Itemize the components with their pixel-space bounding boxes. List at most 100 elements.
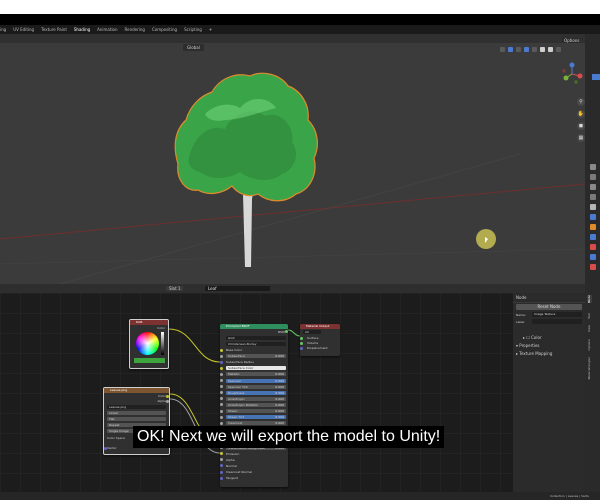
projection-dropdown[interactable]: Flat bbox=[107, 417, 166, 421]
texture-mapping-section[interactable]: ▸ Texture Mapping bbox=[516, 351, 552, 356]
zoom-icon[interactable]: ⚲ bbox=[577, 98, 585, 106]
bsdf-input-field[interactable]: Sheen Tint 0.500 bbox=[226, 415, 286, 420]
tool-properties-icon[interactable] bbox=[590, 164, 596, 170]
bsdf-input-row[interactable]: Subsurface 0.000 bbox=[220, 354, 286, 359]
gizmo-toggle-icon[interactable] bbox=[508, 46, 513, 52]
rgb-color-swatch[interactable] bbox=[134, 358, 165, 363]
pan-hand-icon[interactable]: ✋ bbox=[577, 110, 585, 118]
output-properties-icon[interactable] bbox=[590, 184, 596, 190]
add-workspace-button[interactable]: + bbox=[209, 27, 212, 32]
bsdf-input-socket[interactable] bbox=[220, 348, 223, 352]
workspace-tab[interactable]: Modeling bbox=[0, 27, 6, 32]
workspace-tab[interactable]: Animation bbox=[97, 27, 117, 32]
navigation-gizmo[interactable] bbox=[560, 62, 584, 86]
bsdf-input-row[interactable]: Roughness 0.500 bbox=[220, 390, 286, 395]
bsdf-input-row[interactable]: Clearcoat Normal bbox=[220, 470, 286, 474]
bsdf-input-socket[interactable] bbox=[220, 421, 223, 425]
view-layer-icon[interactable] bbox=[590, 194, 596, 200]
object-properties-icon[interactable] bbox=[590, 224, 596, 230]
bsdf-input-field[interactable]: Anisotropic 0.000 bbox=[226, 396, 286, 401]
material-selector[interactable]: Leaf bbox=[205, 286, 270, 291]
volume-socket[interactable] bbox=[300, 342, 303, 345]
bsdf-input-socket[interactable] bbox=[220, 360, 223, 364]
workspace-tab[interactable]: Texture Paint bbox=[41, 27, 67, 32]
bsdf-input-socket[interactable] bbox=[220, 403, 223, 407]
bsdf-input-field[interactable]: Clearcoat 0.000 bbox=[226, 421, 286, 426]
bsdf-input-field[interactable]: Sheen 0.000 bbox=[226, 409, 286, 413]
material-output-node[interactable]: Material Output All Surface Volume Displ… bbox=[300, 324, 340, 356]
bsdf-input-field[interactable]: Subsurface Color bbox=[226, 366, 286, 371]
bsdf-input-socket[interactable] bbox=[220, 470, 223, 474]
bsdf-input-row[interactable]: Emission bbox=[220, 452, 286, 456]
bsdf-input-row[interactable]: Tangent bbox=[220, 476, 286, 480]
bsdf-input-row[interactable]: Clearcoat 0.000 bbox=[220, 421, 286, 426]
node-name-field[interactable]: Image Texture bbox=[532, 312, 582, 317]
displacement-socket[interactable] bbox=[300, 347, 303, 350]
modifier-properties-icon[interactable] bbox=[590, 234, 596, 240]
bsdf-input-socket[interactable] bbox=[220, 385, 223, 389]
color-socket[interactable] bbox=[166, 395, 169, 398]
bsdf-input-row[interactable]: Subsurface Color bbox=[220, 366, 286, 371]
tab-options[interactable]: Options bbox=[587, 339, 592, 351]
physics-properties-icon[interactable] bbox=[590, 254, 596, 260]
bsdf-input-row[interactable]: Normal bbox=[220, 464, 286, 468]
bsdf-input-row[interactable]: Anisotropic 0.000 bbox=[220, 396, 286, 401]
overlay-icon[interactable] bbox=[516, 46, 521, 52]
camera-icon[interactable]: ◼ bbox=[577, 122, 585, 130]
vector-socket[interactable] bbox=[104, 447, 107, 450]
bsdf-input-field[interactable]: Subsurface 0.000 bbox=[226, 354, 286, 359]
node-editor-canvas[interactable]: RGB Color Leaves.png Color Alpha Leaves.… bbox=[0, 293, 513, 500]
particle-properties-icon[interactable] bbox=[590, 244, 596, 250]
workspace-tab[interactable]: Shading bbox=[74, 27, 90, 32]
workspace-tab[interactable]: Scripting bbox=[184, 27, 202, 32]
bsdf-input-field[interactable]: Roughness 0.500 bbox=[226, 390, 286, 395]
bsdf-input-row[interactable]: Anisotropic Rotation 0.000 bbox=[220, 402, 286, 407]
rendered-shading-icon[interactable] bbox=[556, 46, 561, 52]
bsdf-input-socket[interactable] bbox=[220, 354, 223, 358]
bsdf-input-socket[interactable] bbox=[220, 415, 223, 419]
visibility-icon[interactable] bbox=[500, 46, 505, 52]
tab-tool[interactable]: Tool bbox=[587, 313, 592, 319]
rgb-node[interactable]: RGB Color bbox=[129, 319, 169, 369]
bsdf-input-socket[interactable] bbox=[220, 409, 223, 413]
bsdf-input-field[interactable]: Specular 0.500 bbox=[226, 378, 286, 383]
scene-properties-icon[interactable] bbox=[590, 204, 596, 210]
bsdf-input-socket[interactable] bbox=[220, 372, 223, 376]
slot-dropdown[interactable]: Slot 1 bbox=[166, 286, 184, 291]
bsdf-input-field[interactable]: Anisotropic Rotation 0.000 bbox=[226, 402, 286, 407]
principled-bsdf-node[interactable]: Principled BSDF BSDF GGX Christensen-Bur… bbox=[220, 324, 288, 487]
workspace-tab[interactable]: Compositing bbox=[152, 27, 177, 32]
world-properties-icon[interactable] bbox=[590, 214, 596, 220]
node-label-field[interactable] bbox=[532, 319, 582, 324]
bsdf-input-field[interactable]: Metallic 0.000 bbox=[226, 372, 286, 377]
xray-icon[interactable] bbox=[524, 46, 529, 52]
options-button[interactable]: Options bbox=[562, 38, 582, 43]
bsdf-output-socket[interactable] bbox=[285, 330, 288, 333]
bsdf-input-row[interactable]: Specular Tint 0.000 bbox=[220, 384, 286, 389]
workspace-tab[interactable]: UV Editing bbox=[13, 27, 34, 32]
distribution-dropdown[interactable]: GGX bbox=[226, 336, 286, 340]
image-file-field[interactable]: Leaves.png bbox=[107, 405, 166, 409]
bsdf-input-row[interactable]: Sheen 0.000 bbox=[220, 409, 286, 413]
interpolation-dropdown[interactable]: Linear bbox=[107, 411, 166, 415]
target-dropdown[interactable]: All bbox=[303, 330, 321, 334]
wireframe-shading-icon[interactable] bbox=[532, 46, 537, 52]
bsdf-input-row[interactable]: Base Color bbox=[220, 348, 286, 352]
bsdf-input-socket[interactable] bbox=[220, 379, 223, 382]
bsdf-input-row[interactable]: Sheen Tint 0.500 bbox=[220, 415, 286, 420]
alpha-socket[interactable] bbox=[166, 400, 169, 403]
grid-view-icon[interactable]: ▦ bbox=[577, 134, 585, 142]
reset-node-button[interactable]: Reset Node bbox=[516, 304, 582, 310]
orientation-dropdown[interactable]: Global bbox=[183, 44, 204, 51]
material-shading-icon[interactable] bbox=[548, 46, 553, 52]
3d-viewport[interactable]: Global Options ⚲ ✋ ◼ ▦ bbox=[0, 34, 585, 284]
bsdf-input-row[interactable]: Metallic 0.000 bbox=[220, 372, 286, 377]
bsdf-input-row[interactable]: Alpha bbox=[220, 458, 286, 462]
color-wheel[interactable] bbox=[136, 332, 159, 355]
value-slider[interactable] bbox=[161, 332, 164, 355]
bsdf-input-row[interactable]: Specular 0.500 bbox=[220, 378, 286, 383]
solid-shading-icon[interactable] bbox=[540, 46, 545, 52]
color-section[interactable]: ▸ ☐ Color bbox=[523, 335, 542, 340]
tab-view[interactable]: View bbox=[587, 325, 592, 332]
bsdf-input-socket[interactable] bbox=[220, 397, 223, 401]
